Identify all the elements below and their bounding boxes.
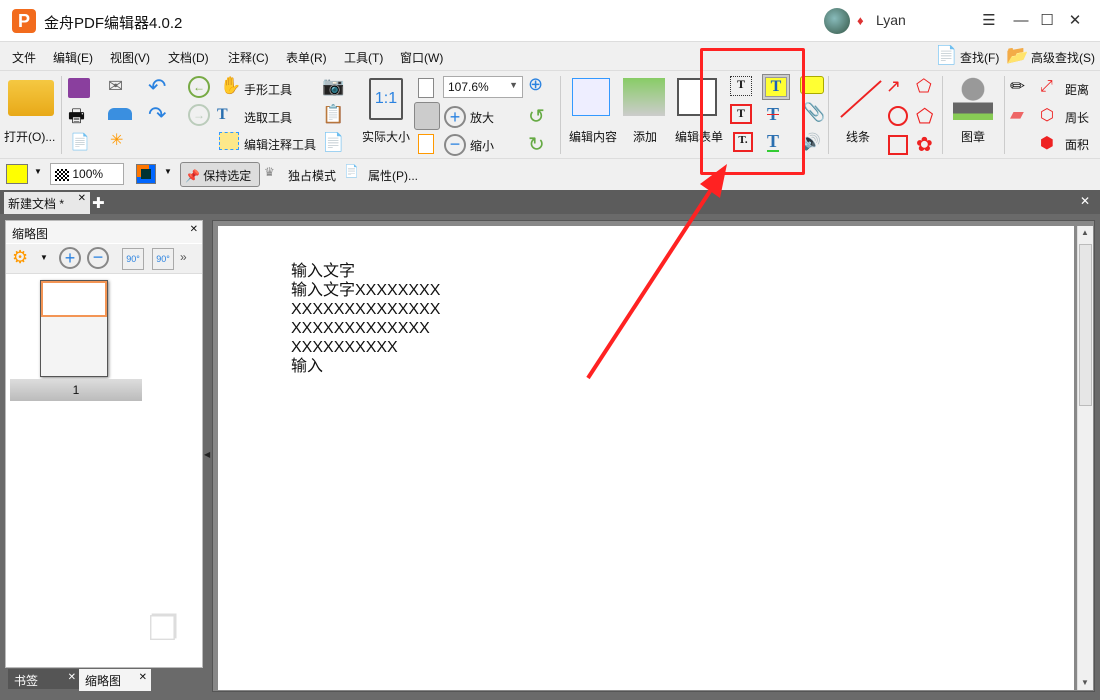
annotation-arrow [586,164,727,380]
arrow-shaft [586,180,718,380]
arrow-head [700,164,727,198]
